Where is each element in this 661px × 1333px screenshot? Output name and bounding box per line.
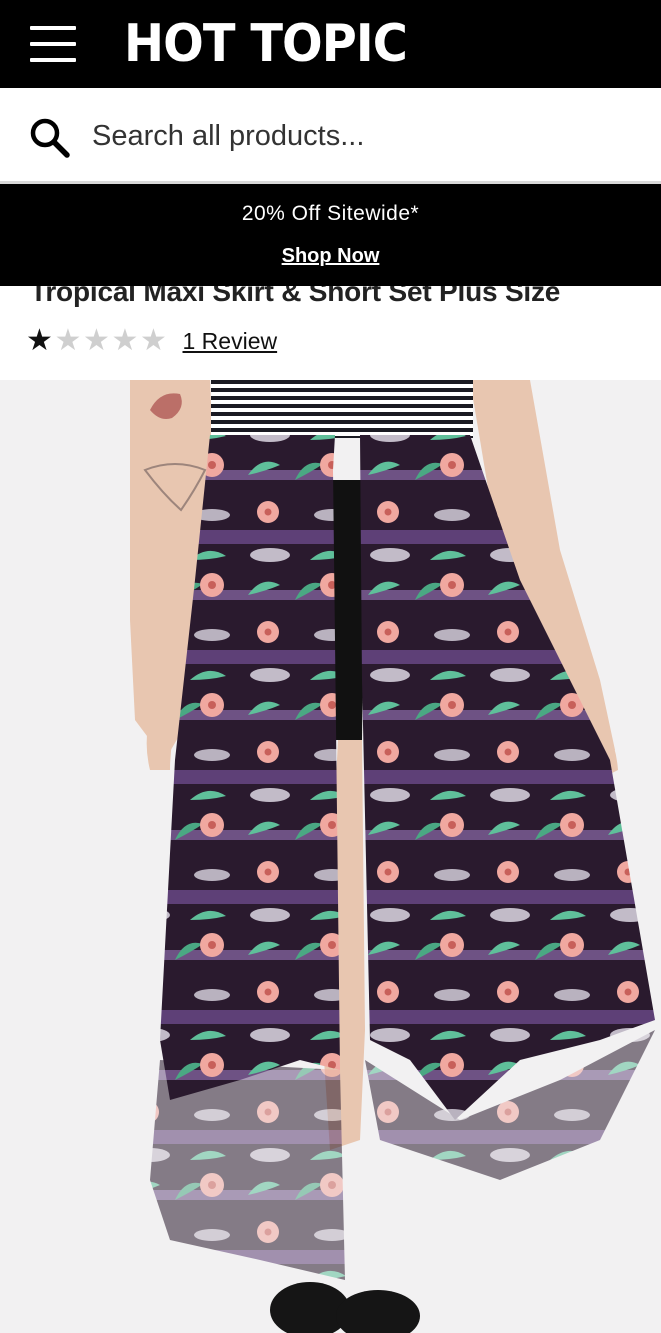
star-empty-icon: ★ <box>111 324 139 357</box>
title-wrapper: Tropical Maxi Skirt & Short Set Plus Siz… <box>0 286 661 316</box>
site-logo[interactable]: HOT TOPIC <box>124 14 408 74</box>
star-filled-icon: ★ <box>26 324 53 357</box>
search-input[interactable] <box>92 110 632 162</box>
menu-line <box>30 26 76 30</box>
menu-line <box>30 42 76 46</box>
search-icon[interactable] <box>28 116 72 160</box>
product-image[interactable] <box>0 380 661 1333</box>
promo-text: 20% Off Sitewide* <box>241 202 420 225</box>
left-shoe <box>270 1282 350 1333</box>
search-bar <box>0 88 661 184</box>
hamburger-menu-icon[interactable] <box>30 24 78 64</box>
star-empty-icon: ★ <box>54 324 82 357</box>
product-title: Tropical Maxi Skirt & Short Set Plus Siz… <box>30 286 561 307</box>
promo-banner: 20% Off Sitewide* Shop Now <box>0 184 661 286</box>
review-count-link[interactable]: 1 Review <box>183 328 278 355</box>
product-rating[interactable]: ★ ★ ★ ★ ★ 1 Review <box>26 324 277 358</box>
star-empty-icon: ★ <box>83 324 110 357</box>
menu-line <box>30 58 76 62</box>
product-photo <box>130 380 655 1333</box>
right-shoe <box>336 1290 420 1333</box>
site-header: HOT TOPIC <box>0 0 661 88</box>
star-empty-icon: ★ <box>140 324 167 357</box>
striped-top <box>211 380 473 438</box>
shop-now-link[interactable]: Shop Now <box>0 245 661 268</box>
